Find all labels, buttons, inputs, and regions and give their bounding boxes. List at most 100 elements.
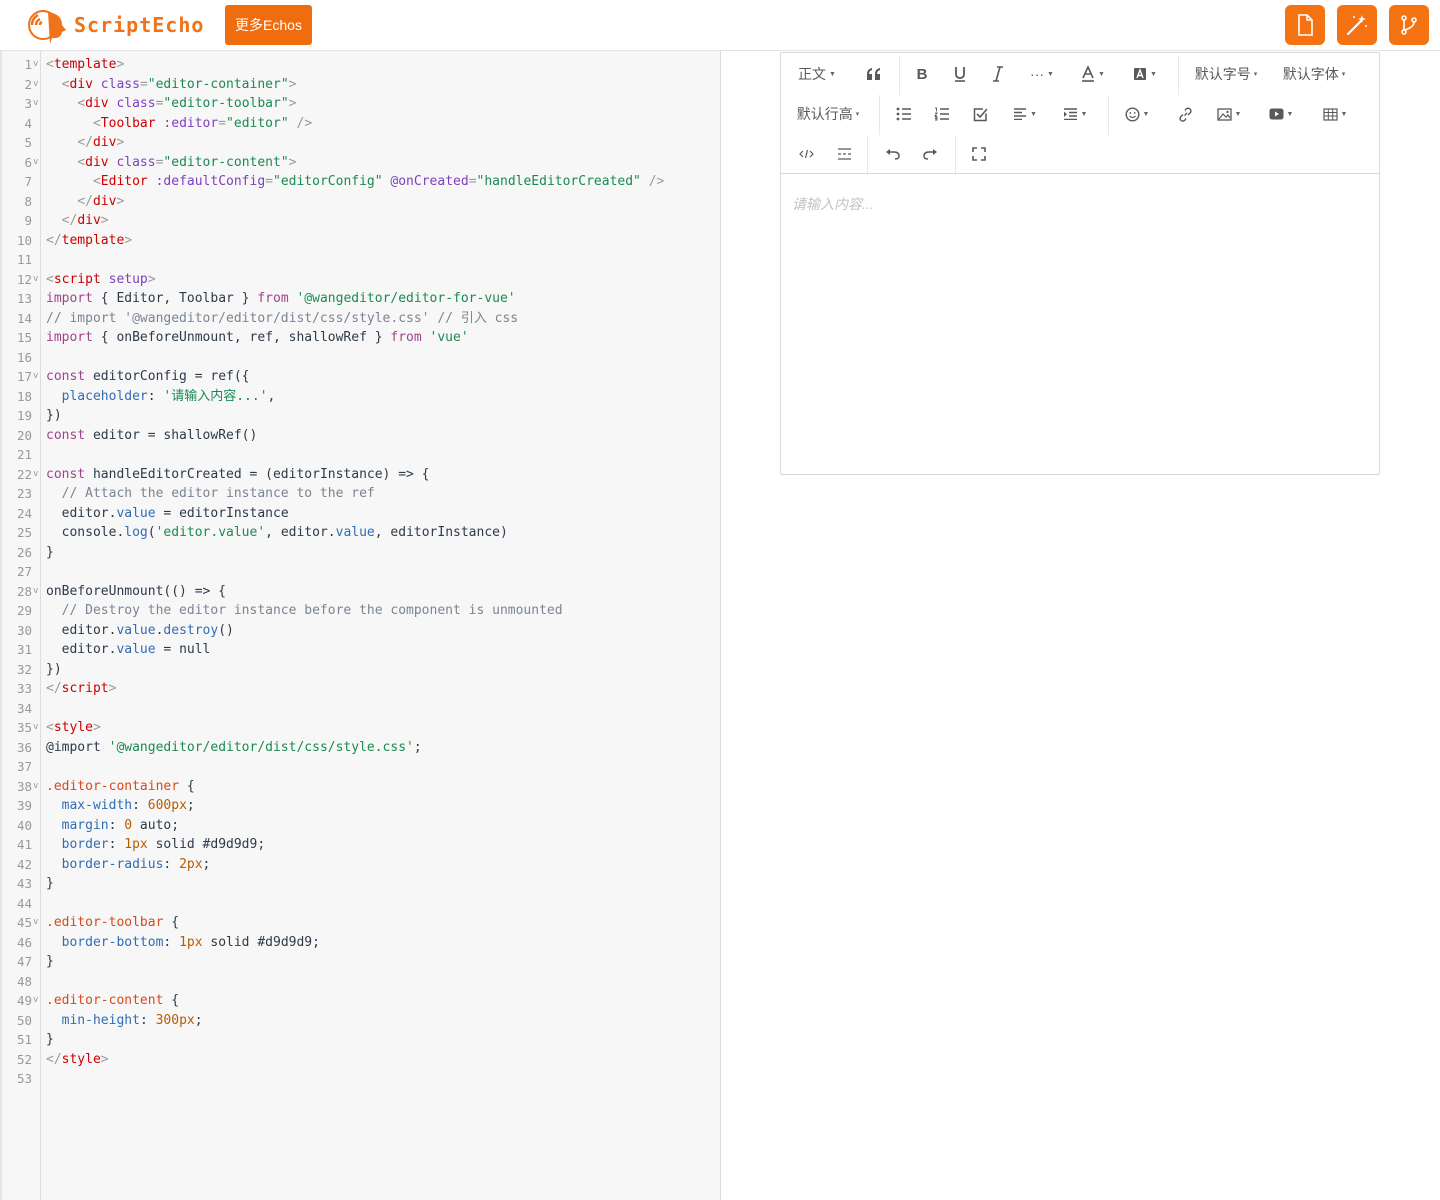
code-line[interactable]: 27 xyxy=(2,562,723,582)
fold-toggle-icon[interactable]: v xyxy=(33,718,38,738)
code-line[interactable]: 11 xyxy=(2,250,723,270)
fold-toggle-icon[interactable]: v xyxy=(33,991,38,1011)
code-line[interactable]: 41 border: 1px solid #d9d9d9; xyxy=(2,835,723,855)
code-line[interactable]: 52 </style> xyxy=(2,1050,723,1070)
code-line[interactable]: 35 v <style> xyxy=(2,718,723,738)
branch-button[interactable] xyxy=(1389,5,1429,45)
fold-toggle-icon[interactable]: v xyxy=(33,367,38,387)
code-line[interactable]: 36 @import '@wangeditor/editor/dist/css/s… xyxy=(2,738,723,758)
code-line[interactable]: 13 import { Editor, Toolbar } from '@wang… xyxy=(2,289,723,309)
code-line[interactable]: 33 </script> xyxy=(2,679,723,699)
code-block-button[interactable] xyxy=(791,139,821,169)
code-line[interactable]: 31 editor.value = null xyxy=(2,640,723,660)
code-line[interactable]: 1 v <template> xyxy=(2,55,723,75)
code-line[interactable]: 40 margin: 0 auto; xyxy=(2,816,723,836)
blockquote-button[interactable] xyxy=(859,59,889,89)
code-line[interactable]: 34 xyxy=(2,699,723,719)
insert-video-button[interactable]: ▼ xyxy=(1263,99,1299,129)
code-line[interactable]: 43} xyxy=(2,874,723,894)
numbered-list-button[interactable] xyxy=(927,99,957,129)
code-line[interactable]: 10 </template> xyxy=(2,231,723,251)
editor-content-area[interactable]: 请输入内容... xyxy=(781,175,1379,474)
code-line[interactable]: 48 xyxy=(2,972,723,992)
code-line[interactable]: 14 // import '@wangeditor/editor/dist/css… xyxy=(2,309,723,329)
more-echos-button[interactable]: 更多Echos xyxy=(225,5,312,45)
italic-button[interactable] xyxy=(983,59,1013,89)
code-line[interactable]: 45 v .editor-toolbar { xyxy=(2,913,723,933)
code-line[interactable]: 38 v .editor-container { xyxy=(2,777,723,797)
code-line[interactable]: 51} xyxy=(2,1030,723,1050)
undo-button[interactable] xyxy=(877,139,907,169)
fold-toggle-icon[interactable]: v xyxy=(33,465,38,485)
code-line[interactable]: 22 v const handleEditorCreated = (editorIn… xyxy=(2,465,723,485)
code-line[interactable]: 3v <div class="editor-toolbar"> xyxy=(2,94,723,114)
code-line[interactable]: 29 // Destroy the editor instance before… xyxy=(2,601,723,621)
code-line[interactable]: 16 xyxy=(2,348,723,368)
redo-button[interactable] xyxy=(915,139,945,169)
code-line[interactable]: 6v <div class="editor-content"> xyxy=(2,153,723,173)
code-line[interactable]: 23 // Attach the editor instance to the … xyxy=(2,484,723,504)
background-color-button[interactable]: ▼ xyxy=(1125,59,1165,89)
code-line[interactable]: 47} xyxy=(2,952,723,972)
code-editor[interactable]: 1 v <template> 2 v <div class="editor-contai… xyxy=(0,51,721,1200)
code-line[interactable]: 42 border-radius: 2px; xyxy=(2,855,723,875)
code-line[interactable]: 12 v <script setup> xyxy=(2,270,723,290)
code-line[interactable]: 28 v onBeforeUnmount(() => { xyxy=(2,582,723,602)
indent-button[interactable]: ▼ xyxy=(1057,99,1093,129)
code-line[interactable]: 5 </div> xyxy=(2,133,723,153)
fold-toggle-icon[interactable]: v xyxy=(33,153,38,173)
logo[interactable]: ScriptEcho xyxy=(28,6,204,44)
fold-toggle-icon[interactable]: v xyxy=(33,94,38,114)
code-line[interactable]: 25 console.log('editor.value', editor.va… xyxy=(2,523,723,543)
code-line[interactable]: 7 <Editor :defaultConfig="editorConfig" … xyxy=(2,172,723,192)
heading-select[interactable]: 正文 ▼ xyxy=(793,59,841,89)
font-size-select[interactable]: 默认字号 ▾ xyxy=(1191,59,1261,89)
bulleted-list-button[interactable] xyxy=(889,99,919,129)
more-styles-button[interactable]: ··· ▼ xyxy=(1021,59,1063,89)
font-family-select[interactable]: 默认字体 ▾ xyxy=(1279,59,1349,89)
fold-toggle-icon[interactable]: v xyxy=(33,75,38,95)
code-line[interactable]: 15 import { onBeforeUnmount, ref, shallow… xyxy=(2,328,723,348)
todo-button[interactable] xyxy=(965,99,995,129)
generate-button[interactable] xyxy=(1337,5,1377,45)
code-line[interactable]: 20 const editor = shallowRef() xyxy=(2,426,723,446)
align-button[interactable]: ▼ xyxy=(1007,99,1043,129)
insert-image-button[interactable]: ▼ xyxy=(1211,99,1247,129)
font-color-button[interactable]: ▼ xyxy=(1073,59,1113,89)
code-line[interactable]: 8 </div> xyxy=(2,192,723,212)
fold-toggle-icon[interactable]: v xyxy=(33,582,38,602)
underline-button[interactable] xyxy=(945,59,975,89)
code-line[interactable]: 9 </div> xyxy=(2,211,723,231)
fold-toggle-icon[interactable]: v xyxy=(33,913,38,933)
code-line[interactable]: 37 xyxy=(2,757,723,777)
emotion-button[interactable]: ▼ xyxy=(1119,99,1155,129)
divider-button[interactable] xyxy=(829,139,859,169)
code-line[interactable]: 21 xyxy=(2,445,723,465)
code-line[interactable]: 17 v const editorConfig = ref({ xyxy=(2,367,723,387)
code-line[interactable]: 18 placeholder: '请输入内容...', xyxy=(2,387,723,407)
code-line[interactable]: 32}) xyxy=(2,660,723,680)
toolbar-divider xyxy=(867,135,868,175)
code-line[interactable]: 24 editor.value = editorInstance xyxy=(2,504,723,524)
code-line[interactable]: 30 editor.value.destroy() xyxy=(2,621,723,641)
code-line[interactable]: 50 min-height: 300px; xyxy=(2,1011,723,1031)
code-line[interactable]: 46 border-bottom: 1px solid #d9d9d9; xyxy=(2,933,723,953)
code-line[interactable]: 26} xyxy=(2,543,723,563)
fullscreen-button[interactable] xyxy=(964,139,994,169)
code-line[interactable]: 39 max-width: 600px; xyxy=(2,796,723,816)
fold-toggle-icon[interactable]: v xyxy=(33,777,38,797)
new-file-button[interactable] xyxy=(1285,5,1325,45)
code-line[interactable]: 49 v .editor-content { xyxy=(2,991,723,1011)
code-line[interactable]: 19}) xyxy=(2,406,723,426)
insert-link-button[interactable] xyxy=(1170,99,1200,129)
fold-toggle-icon[interactable]: v xyxy=(33,55,38,75)
bold-button[interactable]: B xyxy=(907,59,937,89)
code-line[interactable]: 2v <div class="editor-container"> xyxy=(2,75,723,95)
code-line[interactable]: 44 xyxy=(2,894,723,914)
code-line[interactable]: 53 xyxy=(2,1069,723,1089)
code-line[interactable]: 4 <Toolbar :editor="editor" /> xyxy=(2,114,723,134)
fold-toggle-icon[interactable]: v xyxy=(33,270,38,290)
line-height-select[interactable]: 默认行高 ▾ xyxy=(793,99,863,129)
code-lines[interactable]: 1 v <template> 2 v <div class="editor-contai… xyxy=(2,55,723,1089)
insert-table-button[interactable]: ▼ xyxy=(1317,99,1353,129)
